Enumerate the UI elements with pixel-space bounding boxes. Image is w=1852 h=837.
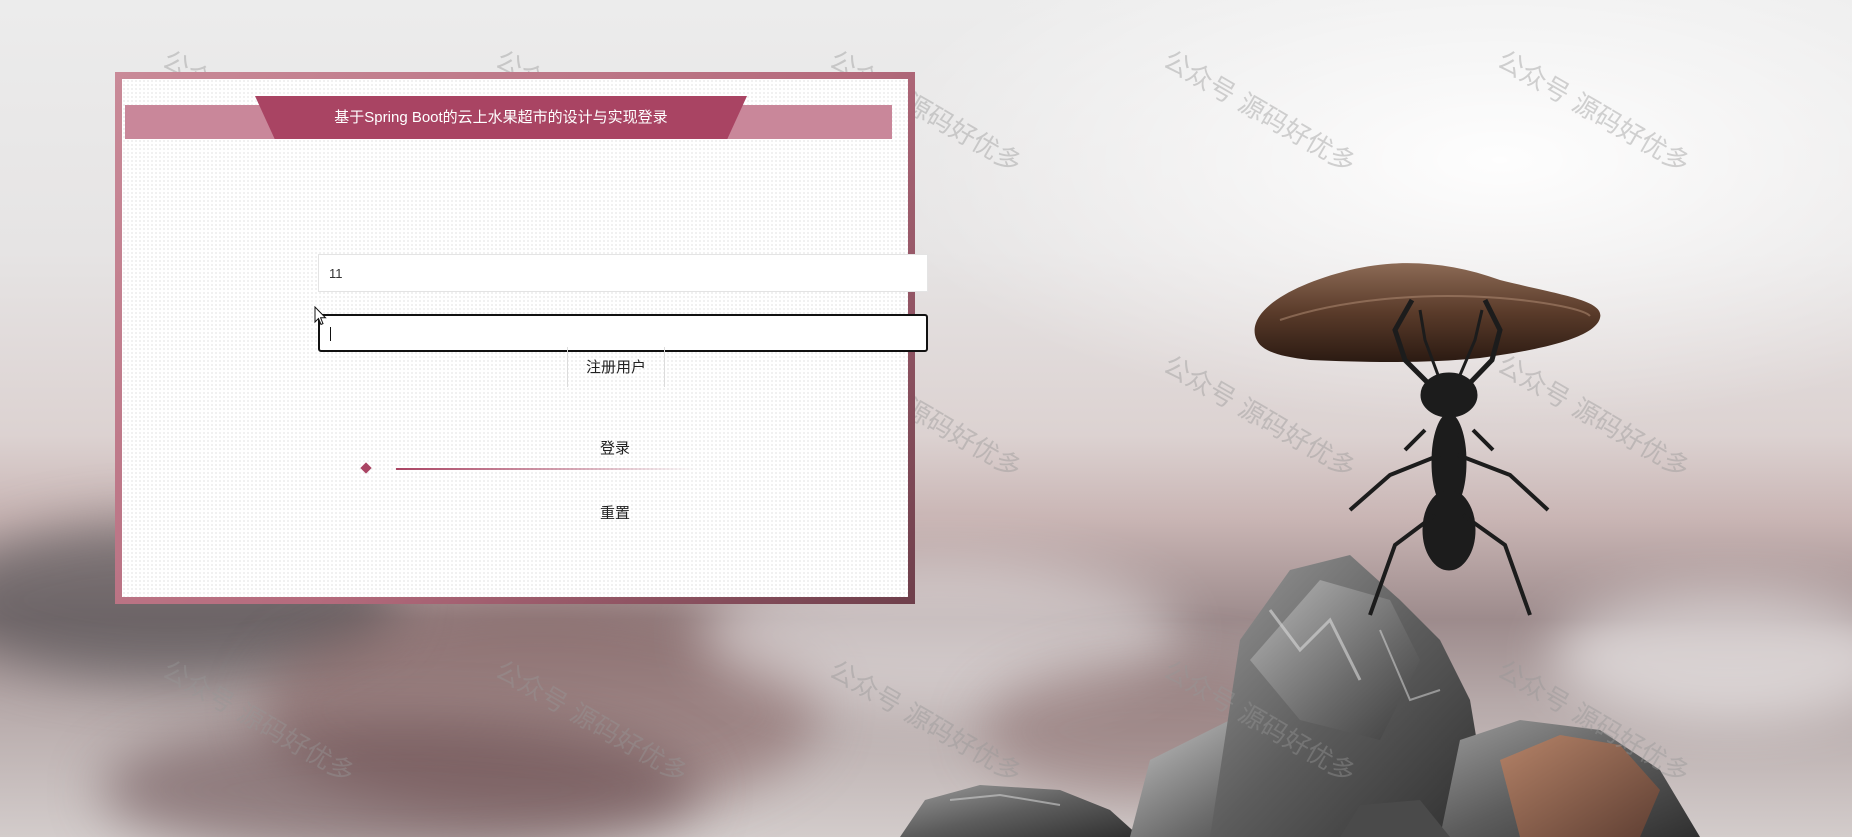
register-button[interactable]: 注册用户 (567, 347, 665, 387)
mouse-pointer-icon (314, 306, 327, 326)
login-page: 公众号 源码好优多 公众号 源码好优多 公众号 源码好优多 公众号 源码好优多 … (0, 0, 1852, 837)
rock (1500, 735, 1660, 837)
username-input[interactable] (318, 254, 928, 292)
login-button[interactable]: 登录 (555, 434, 675, 462)
rock (900, 785, 1140, 837)
login-title: 基于Spring Boot的云上水果超市的设计与实现登录 (334, 109, 668, 126)
login-card: 基于Spring Boot的云上水果超市的设计与实现登录 注册用户 登录 重置 (115, 72, 928, 604)
text-caret (330, 327, 331, 341)
reset-button[interactable]: 重置 (555, 499, 675, 527)
login-underline (396, 468, 696, 470)
